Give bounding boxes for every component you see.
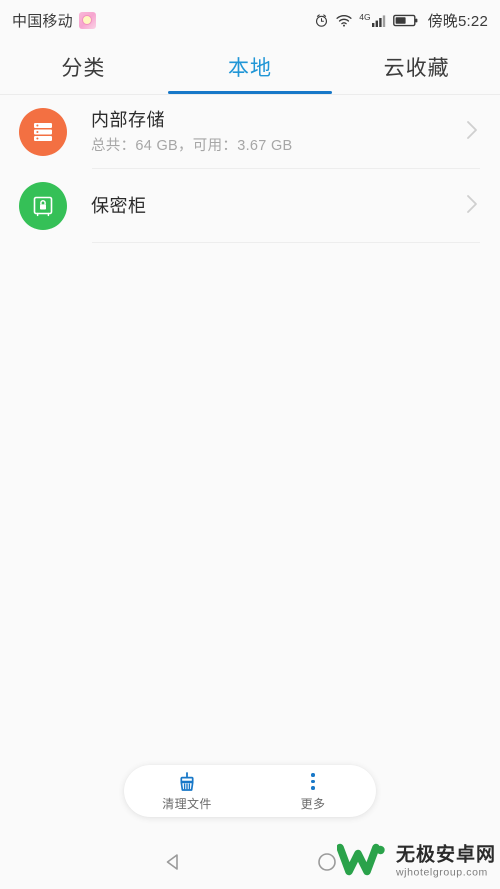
carrier-name: 中国移动 xyxy=(12,12,73,30)
wifi-icon xyxy=(336,14,352,27)
watermark: 无极安卓网 wjhotelgroup.com xyxy=(336,842,496,883)
list-item-subtitle: 总共：64 GB，可用：3.67 GB xyxy=(91,137,293,154)
home-circle-icon[interactable] xyxy=(305,840,349,884)
storage-list: 内部存储 总共：64 GB，可用：3.67 GB 保密柜 xyxy=(0,95,500,243)
clean-files-button[interactable]: 清理文件 xyxy=(124,765,250,817)
battery-icon xyxy=(392,14,418,27)
status-clock: 傍晚5:22 xyxy=(427,12,488,30)
watermark-text: 无极安卓网 wjhotelgroup.com xyxy=(396,846,496,879)
content-empty-area xyxy=(0,243,500,765)
carrier-group: 中国移动 xyxy=(12,10,96,31)
tab-category[interactable]: 分类 xyxy=(0,40,167,94)
list-item-internal-storage[interactable]: 内部存储 总共：64 GB，可用：3.67 GB xyxy=(0,95,500,169)
list-item-safe-vault[interactable]: 保密柜 xyxy=(0,169,500,243)
system-navigation-bar: 无极安卓网 wjhotelgroup.com xyxy=(0,835,500,889)
bottom-action-bar-wrapper: 清理文件 更多 xyxy=(0,765,500,835)
chevron-right-icon xyxy=(466,120,478,145)
signal-4g-icon: 4G xyxy=(359,12,385,27)
list-item-safe-vault-text: 保密柜 xyxy=(91,194,466,218)
clean-files-label: 清理文件 xyxy=(162,796,212,811)
back-triangle-icon[interactable] xyxy=(151,840,195,884)
tab-active-indicator xyxy=(168,91,332,94)
tab-local-label: 本地 xyxy=(228,57,272,80)
safe-vault-lock-icon xyxy=(19,182,67,230)
sim-badge-icon xyxy=(78,11,96,29)
status-bar: 中国移动 4G 傍晚5:22 xyxy=(0,0,500,40)
tab-cloud-favorites[interactable]: 云收藏 xyxy=(333,40,500,94)
tab-category-label: 分类 xyxy=(61,57,106,80)
tab-cloud-favorites-label: 云收藏 xyxy=(383,57,450,80)
list-item-title: 内部存储 xyxy=(91,110,165,131)
bottom-action-bar: 清理文件 更多 xyxy=(124,765,376,817)
status-icons: 4G 傍晚5:22 xyxy=(314,10,488,31)
list-item-divider xyxy=(92,242,480,243)
internal-storage-icon xyxy=(19,108,67,156)
more-button[interactable]: 更多 xyxy=(250,765,376,817)
tab-local[interactable]: 本地 xyxy=(167,40,334,94)
watermark-title: 无极安卓网 xyxy=(395,844,496,866)
phone-screen: 中国移动 4G 傍晚5:22 分类 本地 云收藏 内部存储 总共：64 GB，可… xyxy=(0,0,500,889)
list-item-title: 保密柜 xyxy=(91,195,147,216)
tab-bar: 分类 本地 云收藏 xyxy=(0,40,500,94)
broom-clean-icon xyxy=(176,771,198,793)
more-vertical-dots-icon xyxy=(311,771,315,793)
more-label: 更多 xyxy=(300,796,326,811)
chevron-right-icon xyxy=(466,194,478,219)
watermark-url: wjhotelgroup.com xyxy=(395,866,488,879)
alarm-icon xyxy=(314,13,329,28)
signal-4g-label: 4G xyxy=(359,12,371,22)
list-item-internal-storage-text: 内部存储 总共：64 GB，可用：3.67 GB xyxy=(91,108,466,155)
